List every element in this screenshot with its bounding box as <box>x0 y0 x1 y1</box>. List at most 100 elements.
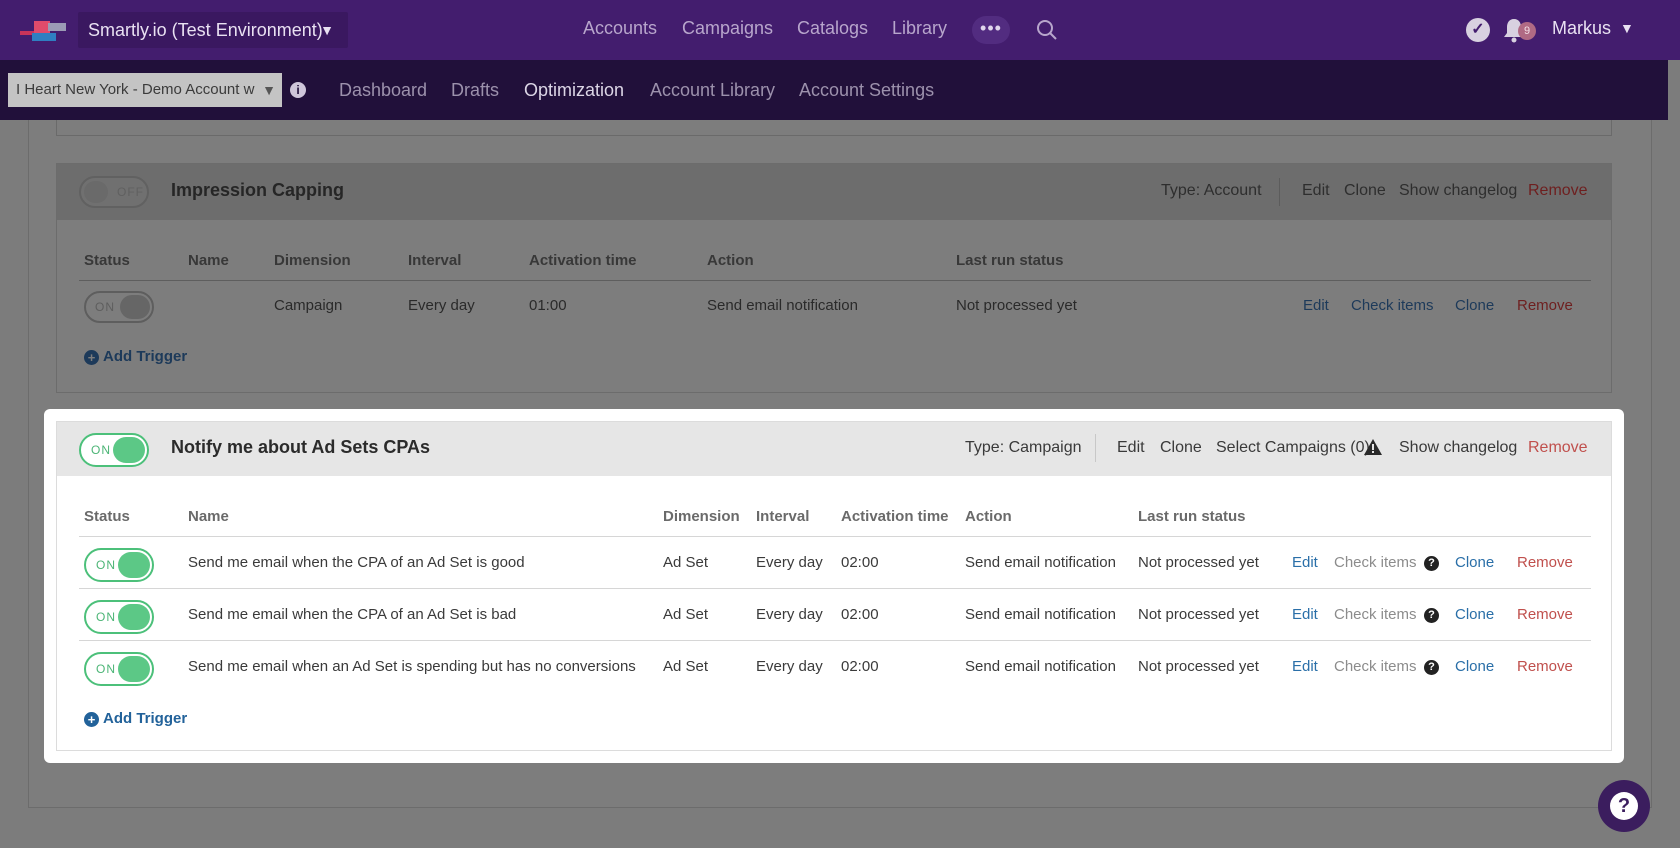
user-menu[interactable]: Markus <box>1552 18 1611 39</box>
clone-trigger-link[interactable]: Clone <box>1455 297 1494 314</box>
strategy-card-header: OFF Impression Capping Type: Account Edi… <box>57 164 1611 220</box>
nav-catalogs[interactable]: Catalogs <box>797 18 868 39</box>
trigger-interval: Every day <box>756 606 823 623</box>
nav-library[interactable]: Library <box>892 18 947 39</box>
clone-strategy-link[interactable]: Clone <box>1160 439 1202 457</box>
strategy-toggle[interactable]: OFF <box>79 176 149 208</box>
subnav-dashboard[interactable]: Dashboard <box>339 80 427 101</box>
divider <box>1279 178 1280 206</box>
column-header-activation-time: Activation time <box>529 252 637 269</box>
clone-strategy-link[interactable]: Clone <box>1344 182 1386 200</box>
toggle-knob <box>118 552 150 578</box>
help-icon[interactable]: ? <box>1424 556 1439 571</box>
divider <box>1095 434 1096 462</box>
add-trigger-button[interactable]: + Add Trigger <box>84 348 187 365</box>
column-header-activation-time: Activation time <box>841 508 949 525</box>
account-selector[interactable]: I Heart New York - Demo Account w ▼ <box>8 73 282 107</box>
edit-trigger-link[interactable]: Edit <box>1292 606 1318 623</box>
remove-strategy-link[interactable]: Remove <box>1528 439 1588 457</box>
column-header-interval: Interval <box>408 252 462 269</box>
nav-campaigns[interactable]: Campaigns <box>682 18 773 39</box>
strategy-card-impression-capping: OFF Impression Capping Type: Account Edi… <box>56 163 1612 393</box>
top-navigation-bar: Smartly.io (Test Environment) ▼ Accounts… <box>0 0 1680 60</box>
check-items-link[interactable]: Check items <box>1334 658 1417 675</box>
table-header-divider <box>79 536 1591 537</box>
chevron-down-icon: ▼ <box>320 22 334 38</box>
toggle-label: OFF <box>117 185 144 199</box>
toggle-label: ON <box>96 558 116 572</box>
select-campaigns-link[interactable]: Select Campaigns (0) <box>1216 439 1370 457</box>
search-icon[interactable] <box>1036 19 1058 41</box>
check-items-link[interactable]: Check items <box>1334 606 1417 623</box>
trigger-activation-time: 02:00 <box>841 554 879 571</box>
clone-trigger-link[interactable]: Clone <box>1455 606 1494 623</box>
trigger-activation-time: 02:00 <box>841 606 879 623</box>
strategy-card-ad-sets-cpas: ON Notify me about Ad Sets CPAs Type: Ca… <box>56 421 1612 751</box>
nav-accounts[interactable]: Accounts <box>583 18 657 39</box>
trigger-toggle[interactable]: ON <box>84 652 154 686</box>
trigger-toggle[interactable]: ON <box>84 291 154 323</box>
account-selector-label: I Heart New York - Demo Account w <box>16 81 255 98</box>
chevron-down-icon[interactable]: ▼ <box>1620 20 1634 36</box>
more-menu-button[interactable]: ••• <box>972 16 1010 44</box>
plus-circle-icon: + <box>84 350 99 365</box>
column-header-name: Name <box>188 252 229 269</box>
trigger-toggle[interactable]: ON <box>84 600 154 634</box>
edit-trigger-link[interactable]: Edit <box>1292 554 1318 571</box>
environment-label: Smartly.io (Test Environment) <box>88 20 323 40</box>
strategy-title: Notify me about Ad Sets CPAs <box>171 437 431 457</box>
notification-count-badge: 9 <box>1518 22 1536 40</box>
edit-strategy-link[interactable]: Edit <box>1117 439 1145 457</box>
clone-trigger-link[interactable]: Clone <box>1455 658 1494 675</box>
row-divider <box>79 640 1591 641</box>
remove-trigger-link[interactable]: Remove <box>1517 297 1573 314</box>
subnav-account-library[interactable]: Account Library <box>650 80 775 101</box>
column-header-status: Status <box>84 508 130 525</box>
remove-strategy-link[interactable]: Remove <box>1528 182 1588 200</box>
trigger-dimension: Ad Set <box>663 554 709 571</box>
trigger-toggle[interactable]: ON <box>84 548 154 582</box>
check-items-link[interactable]: Check items <box>1334 554 1417 571</box>
clone-trigger-link[interactable]: Clone <box>1455 554 1494 571</box>
help-chat-button[interactable]: ? <box>1598 780 1650 832</box>
strategy-type: Type: Account <box>1161 182 1262 199</box>
column-header-name: Name <box>188 508 229 525</box>
toggle-label: ON <box>96 610 116 624</box>
edit-strategy-link[interactable]: Edit <box>1302 182 1330 200</box>
subnav-drafts[interactable]: Drafts <box>451 80 499 101</box>
trigger-interval: Every day <box>756 554 823 571</box>
table-header-divider <box>79 280 1591 281</box>
remove-trigger-link[interactable]: Remove <box>1517 554 1573 571</box>
check-items-link[interactable]: Check items <box>1351 297 1434 314</box>
show-changelog-link[interactable]: Show changelog <box>1399 182 1517 200</box>
column-header-action: Action <box>965 508 1012 525</box>
column-header-dimension: Dimension <box>663 508 740 525</box>
trigger-activation-time: 01:00 <box>529 297 567 314</box>
help-icon[interactable]: ? <box>1424 660 1439 675</box>
subnav-account-settings[interactable]: Account Settings <box>799 80 934 101</box>
environment-selector[interactable]: Smartly.io (Test Environment) ▼ <box>78 12 348 48</box>
remove-trigger-link[interactable]: Remove <box>1517 606 1573 623</box>
trigger-name: Send me email when the CPA of an Ad Set … <box>188 554 525 571</box>
trigger-last-run-status: Not processed yet <box>1138 606 1259 623</box>
subnav-optimization[interactable]: Optimization <box>524 80 624 101</box>
trigger-dimension: Campaign <box>274 297 343 314</box>
row-divider <box>79 588 1591 589</box>
column-header-interval: Interval <box>756 508 810 525</box>
toggle-label: ON <box>91 443 111 457</box>
remove-trigger-link[interactable]: Remove <box>1517 658 1573 675</box>
help-icon[interactable]: ? <box>1424 608 1439 623</box>
strategy-type: Type: Campaign <box>965 439 1082 456</box>
edit-trigger-link[interactable]: Edit <box>1292 658 1318 675</box>
info-icon[interactable]: i <box>290 82 306 98</box>
strategy-toggle[interactable]: ON <box>79 433 149 467</box>
account-navigation-bar: I Heart New York - Demo Account w ▼ i Da… <box>0 60 1668 120</box>
check-circle-icon[interactable]: ✓ <box>1466 18 1490 42</box>
toggle-knob <box>120 295 150 319</box>
add-trigger-button[interactable]: + Add Trigger <box>84 710 187 727</box>
edit-trigger-link[interactable]: Edit <box>1303 297 1329 314</box>
column-header-status: Status <box>84 252 130 269</box>
smartly-logo[interactable] <box>20 17 66 43</box>
show-changelog-link[interactable]: Show changelog <box>1399 439 1517 457</box>
toggle-label: ON <box>95 300 115 314</box>
